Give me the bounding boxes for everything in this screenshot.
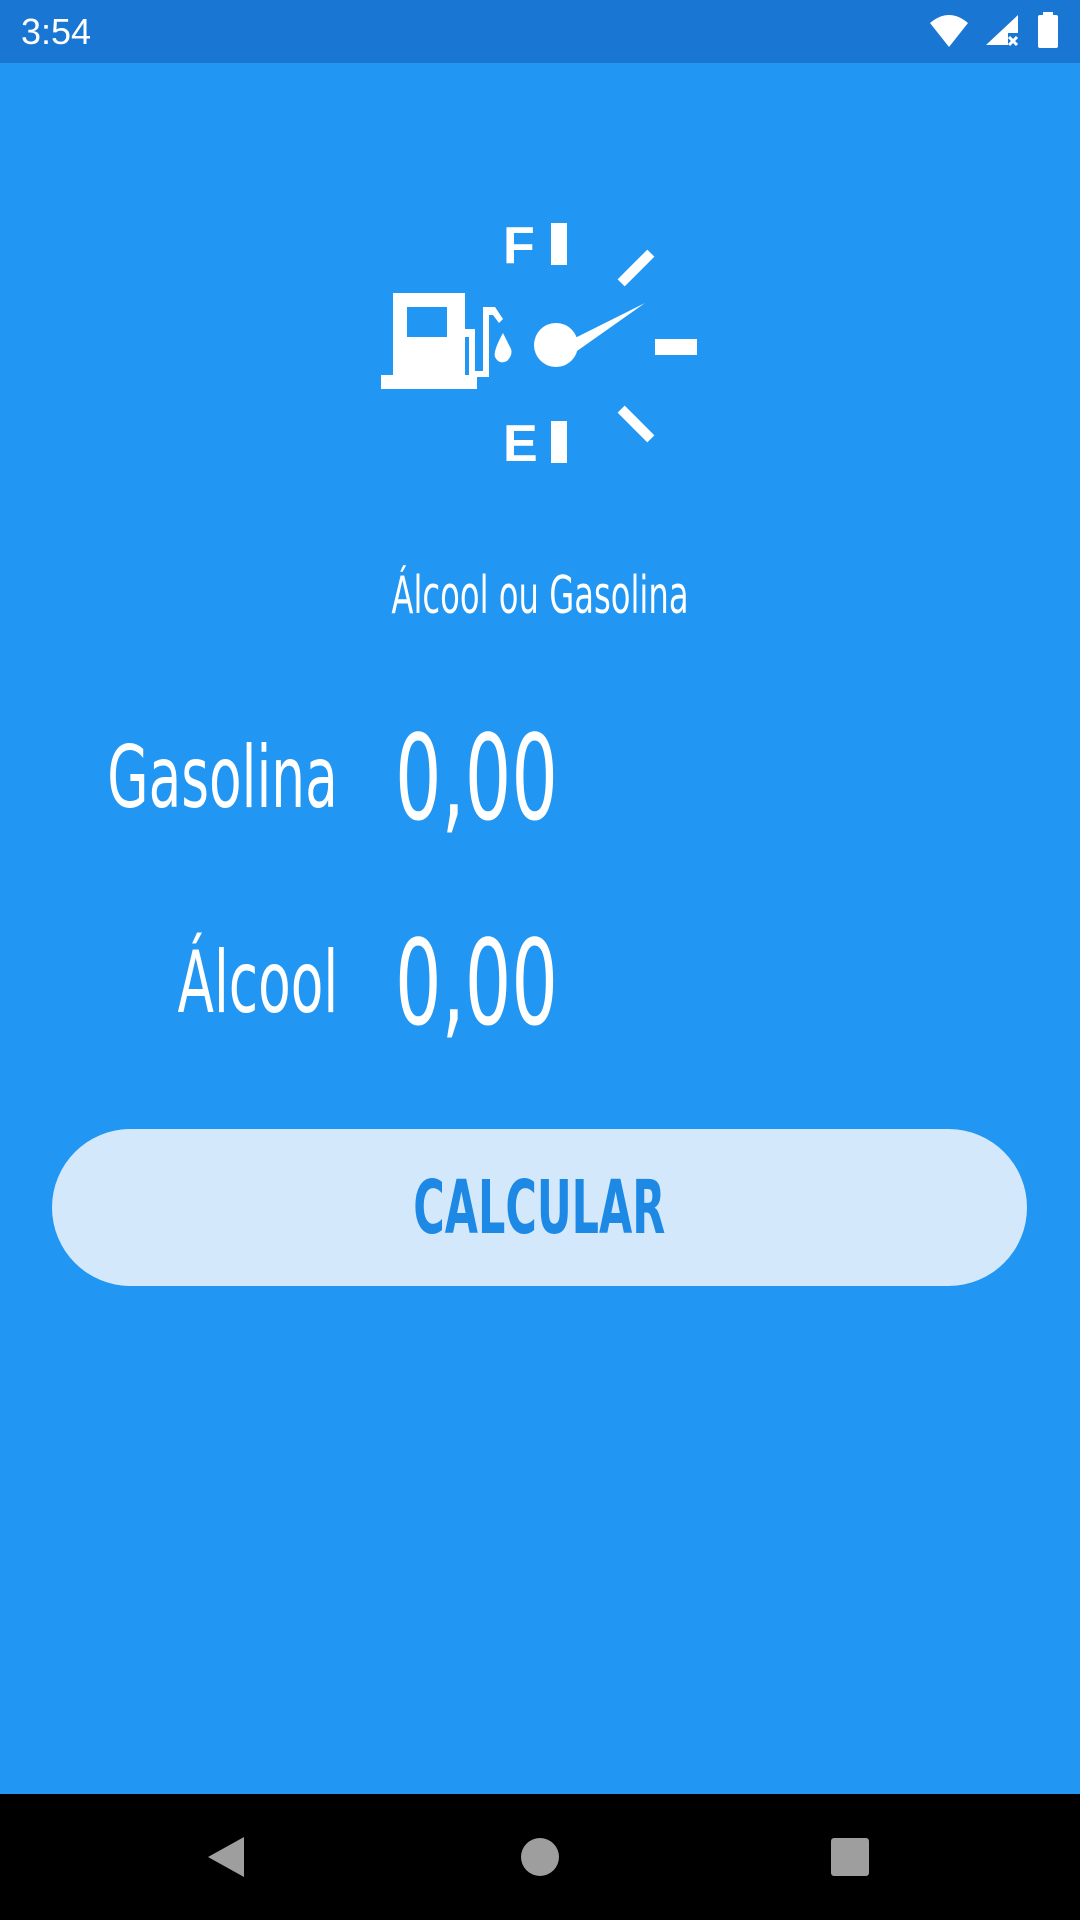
cell-signal-icon (986, 15, 1019, 47)
main-content: F E Álcool ou Gasolina Gasolina Álcool C… (0, 63, 1080, 1794)
app-subtitle: Álcool ou Gasolina (391, 566, 689, 626)
status-time: 3:54 (21, 11, 92, 52)
alcool-row: Álcool (0, 918, 1080, 1048)
gasolina-row: Gasolina (0, 713, 1080, 843)
alcool-label: Álcool (177, 933, 338, 1033)
calculate-button[interactable]: CALCULAR (52, 1129, 1027, 1286)
back-button[interactable] (186, 1822, 266, 1892)
fuel-gauge-icon: F E (381, 217, 697, 473)
gasolina-price-input[interactable] (395, 713, 581, 843)
status-bar: 3:54 (0, 0, 1080, 63)
recents-button[interactable] (810, 1822, 890, 1892)
battery-icon (1038, 12, 1058, 48)
home-button[interactable] (500, 1822, 580, 1892)
navigation-bar (0, 1794, 1080, 1920)
back-icon (208, 1837, 244, 1877)
gauge-full-label: F (503, 217, 535, 275)
home-icon (521, 1838, 559, 1876)
gauge-empty-label: E (503, 415, 538, 473)
wifi-icon (930, 15, 968, 47)
recents-icon (831, 1838, 869, 1876)
status-icons (928, 12, 1060, 50)
gasolina-label: Gasolina (107, 728, 338, 828)
alcool-price-input[interactable] (395, 918, 581, 1048)
calculate-button-label: CALCULAR (413, 1164, 666, 1251)
